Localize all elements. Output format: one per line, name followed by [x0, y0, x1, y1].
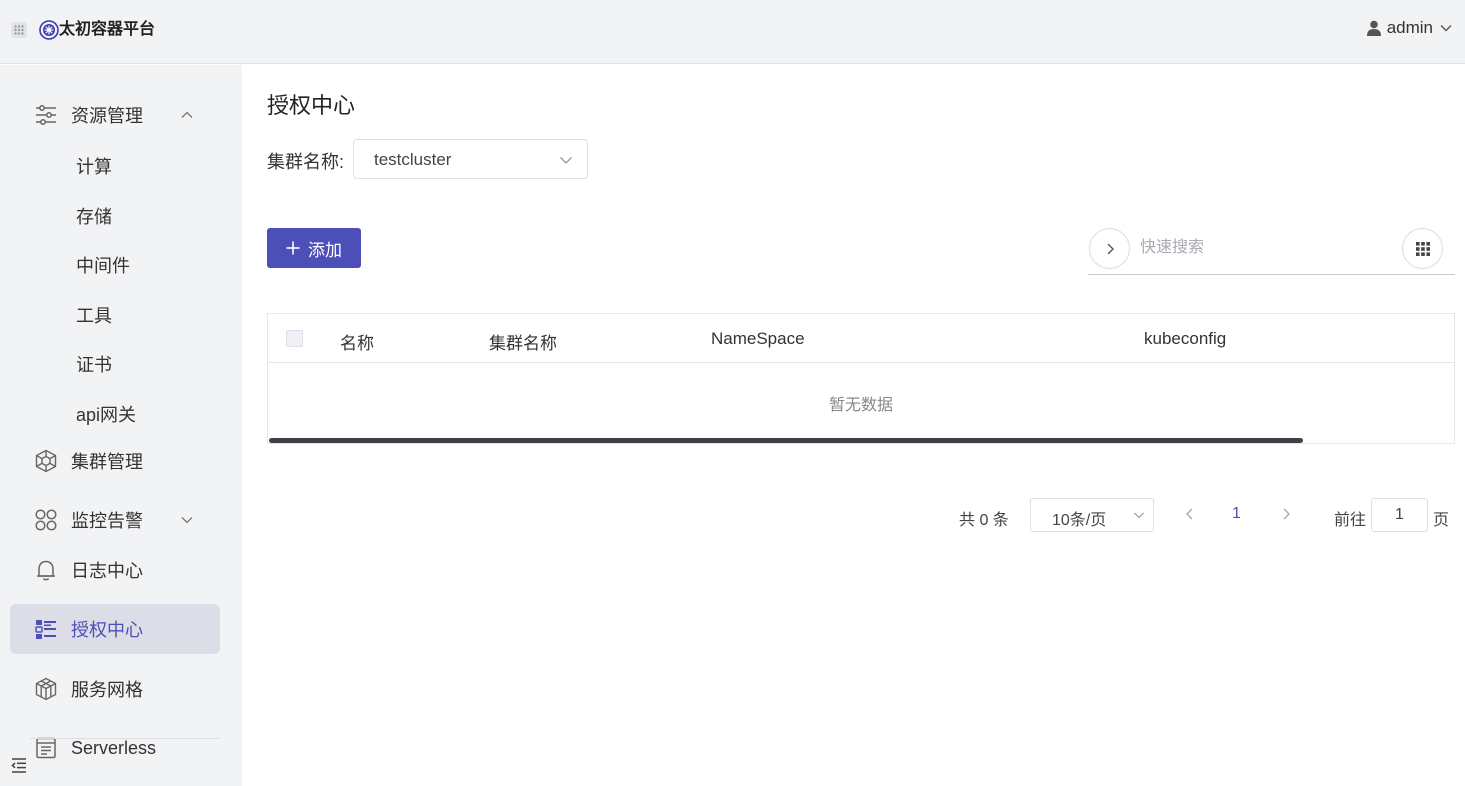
sliders-icon [36, 105, 56, 125]
prev-page-icon[interactable] [1183, 507, 1197, 521]
sidebar-item-label: 日志中心 [71, 561, 143, 581]
column-header-namespace[interactable]: NameSpace [711, 329, 805, 349]
goto-page-input[interactable] [1371, 498, 1428, 532]
username: admin [1386, 18, 1433, 37]
quick-search-bar [1088, 227, 1455, 275]
plus-icon [286, 241, 300, 255]
brand-title: 太初容器平台 [59, 21, 156, 38]
sidebar-item-label: 集群管理 [71, 452, 143, 472]
page-unit-label: 页 [1433, 512, 1450, 529]
bell-icon [37, 560, 55, 581]
cluster-select[interactable]: testcluster [353, 139, 588, 179]
sidebar-subitem-tools[interactable]: 工具 [76, 302, 112, 328]
page-title: 授权中心 [267, 93, 356, 118]
list-check-icon [35, 620, 56, 639]
page-size-value: 10条/页 [1052, 512, 1107, 529]
app-grid-icon[interactable] [11, 22, 27, 38]
next-page-icon[interactable] [1279, 507, 1293, 521]
sidebar-item-cluster[interactable]: 集群管理 [10, 436, 220, 486]
sidebar-subitem-middleware[interactable]: 中间件 [76, 252, 130, 278]
auth-table: 名称 集群名称 NameSpace kubeconfig 暂无数据 [267, 313, 1455, 444]
cube-mesh-icon [35, 677, 57, 701]
chevron-down-icon [560, 157, 572, 164]
page-number-current[interactable]: 1 [1232, 505, 1241, 523]
user-menu[interactable]: admin [1366, 18, 1453, 38]
horizontal-scrollbar[interactable] [269, 438, 1303, 443]
select-all-checkbox[interactable] [286, 330, 303, 347]
column-header-kubeconfig[interactable]: kubeconfig [1144, 329, 1226, 349]
sidebar-item-serverless[interactable]: Serverless [10, 723, 220, 773]
empty-state-text: 暂无数据 [828, 397, 893, 414]
sidebar-item-label: 资源管理 [71, 106, 143, 126]
sidebar-item-monitoring[interactable]: 监控告警 [10, 495, 220, 545]
grid-icon [1415, 241, 1430, 256]
chevron-down-icon [1440, 25, 1452, 32]
sidebar-item-label: 授权中心 [71, 620, 143, 640]
sidebar-item-auth-center[interactable]: 授权中心 [10, 604, 220, 654]
sidebar: 资源管理 计算 存储 中间件 工具 证书 api网关 集群管理 监控告警 日志中… [0, 65, 242, 786]
cluster-select-value: testcluster [374, 150, 452, 169]
column-header-cluster[interactable]: 集群名称 [489, 329, 557, 354]
sidebar-subitem-compute[interactable]: 计算 [76, 153, 112, 179]
sidebar-divider [30, 738, 220, 739]
table-header: 名称 集群名称 NameSpace kubeconfig [268, 314, 1454, 363]
sidebar-item-label: Serverless [71, 737, 157, 758]
cluster-helm-icon [35, 449, 57, 473]
page-size-select[interactable]: 10条/页 [1030, 498, 1154, 532]
column-settings-button[interactable] [1402, 228, 1443, 269]
apps-circles-icon [35, 509, 57, 531]
helm-logo-icon [39, 20, 59, 40]
search-input[interactable] [1140, 235, 1390, 261]
top-bar: 太初容器平台 admin [0, 0, 1465, 64]
chevron-down-icon [1134, 512, 1144, 519]
add-button-label: 添加 [308, 240, 342, 260]
add-button[interactable]: 添加 [267, 228, 361, 268]
sidebar-item-label: 服务网格 [71, 680, 143, 700]
collapse-menu-icon[interactable] [10, 756, 28, 774]
chevron-up-icon [181, 111, 193, 118]
search-toggle-button[interactable] [1089, 228, 1130, 269]
sidebar-item-logs[interactable]: 日志中心 [10, 545, 220, 595]
sidebar-item-resource[interactable]: 资源管理 [10, 90, 220, 140]
document-panel-icon [36, 737, 56, 759]
cluster-filter-label: 集群名称: [267, 152, 345, 172]
user-icon [1366, 20, 1381, 36]
sidebar-item-service-mesh[interactable]: 服务网格 [10, 664, 220, 714]
goto-label: 前往 [1334, 512, 1367, 529]
pagination-total: 共 0 条 [959, 512, 1009, 529]
chevron-right-icon [1107, 243, 1114, 254]
sidebar-item-label: 监控告警 [71, 511, 143, 531]
column-header-name[interactable]: 名称 [340, 329, 374, 354]
chevron-down-icon [181, 517, 193, 524]
sidebar-subitem-storage[interactable]: 存储 [76, 203, 112, 229]
sidebar-subitem-api-gateway[interactable]: api网关 [76, 401, 136, 427]
sidebar-subitem-certificate[interactable]: 证书 [76, 351, 112, 377]
